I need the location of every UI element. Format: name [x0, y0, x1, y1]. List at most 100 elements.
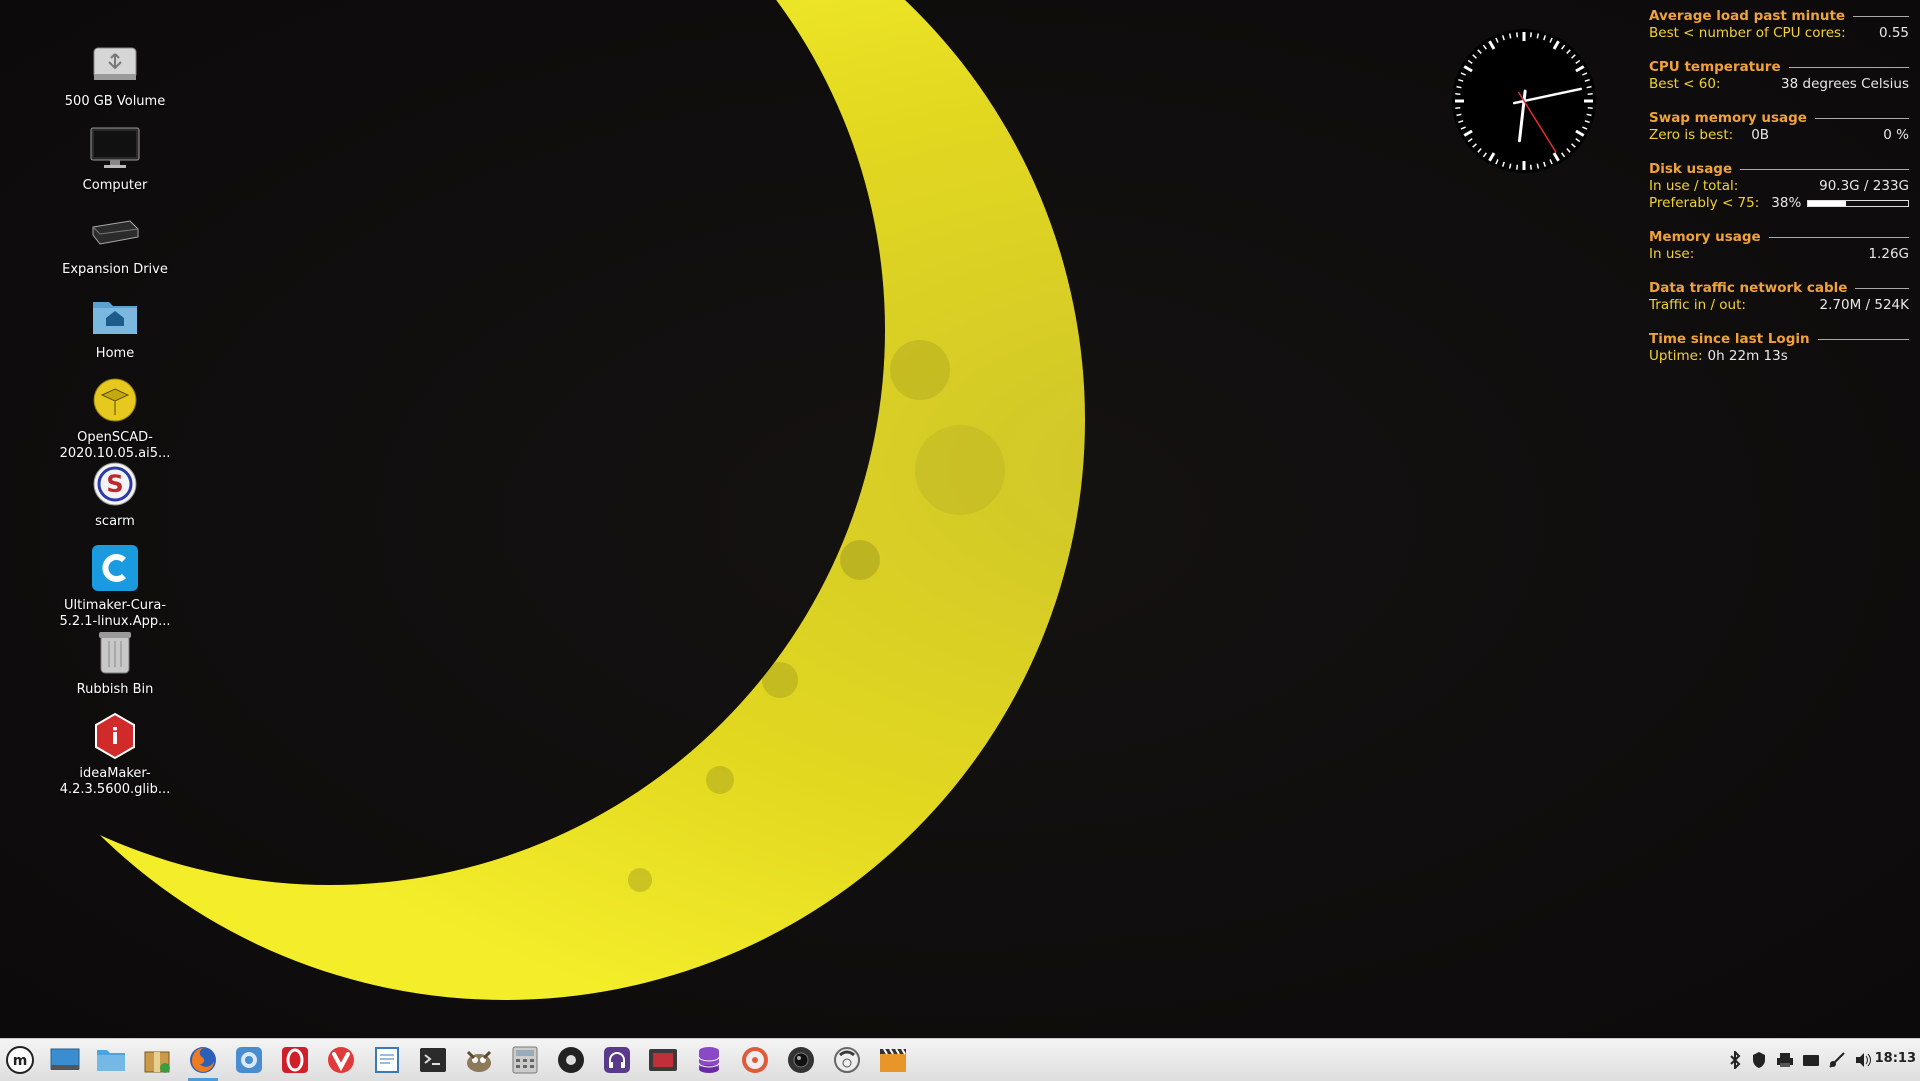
svg-text:S: S [106, 470, 123, 498]
shield-icon [1753, 1052, 1765, 1068]
camera-icon [788, 1047, 814, 1073]
swap-percent: 0 % [1883, 127, 1909, 143]
uptime-label: Uptime: [1649, 348, 1703, 364]
keyboard-tray[interactable] [1800, 1049, 1822, 1071]
menu-icon: m [6, 1046, 34, 1074]
phone-button[interactable] [830, 1043, 864, 1077]
desktop-icon-label: scarm [95, 514, 135, 529]
package-icon [144, 1051, 170, 1073]
section-title: Memory usage [1649, 229, 1761, 245]
memory-label: In use: [1649, 246, 1695, 262]
printer-tray[interactable] [1774, 1049, 1796, 1071]
section-title: CPU temperature [1649, 59, 1781, 75]
audio-player-button[interactable] [554, 1043, 588, 1077]
clock-tick [1536, 33, 1540, 39]
section-title: Time since last Login [1649, 331, 1810, 347]
camera-button[interactable] [784, 1043, 818, 1077]
clock-tick [1455, 106, 1461, 109]
section-title: Average load past minute [1649, 8, 1846, 24]
calculator-button[interactable] [508, 1043, 542, 1077]
terminal-button[interactable] [416, 1043, 450, 1077]
clock-tick [1508, 33, 1512, 39]
uptime-value: 0h 22m 13s [1707, 348, 1788, 364]
network-label: Traffic in / out: [1649, 297, 1746, 313]
headphones-icon [604, 1047, 630, 1073]
text-editor-icon [375, 1047, 399, 1073]
disk-value: 90.3G / 233G [1819, 178, 1909, 194]
disk-section: Disk usage In use / total: 90.3G / 233G P… [1649, 161, 1909, 212]
desktop-icon-label: Computer [82, 178, 148, 193]
package-button[interactable] [140, 1043, 174, 1077]
headphones-button[interactable] [600, 1043, 634, 1077]
calculator-icon [512, 1046, 538, 1074]
desktop-icon-ideamaker[interactable]: i ideaMaker- 4.2.3.5600.glib... [40, 710, 190, 798]
screenshot-button[interactable] [646, 1043, 680, 1077]
shield-tray[interactable] [1748, 1049, 1770, 1071]
openscad-icon [89, 374, 141, 426]
firefox-icon [190, 1047, 216, 1073]
opera-button[interactable] [278, 1043, 312, 1077]
clock-tick [1586, 85, 1592, 89]
desktop-icon-label: ideaMaker- 4.2.3.5600.glib... [59, 766, 171, 797]
firefox-button[interactable] [186, 1043, 220, 1081]
system-monitor: Average load past minute Best < number o… [1649, 8, 1909, 382]
network-section: Data traffic network cable Traffic in / … [1649, 280, 1909, 314]
gimp-button[interactable] [462, 1043, 496, 1077]
moon-image [0, 0, 1920, 1038]
keyboard-icon [1803, 1055, 1819, 1066]
chromium-icon [236, 1047, 262, 1073]
svg-text:m: m [13, 1053, 28, 1069]
show-desktop-button[interactable] [48, 1043, 82, 1077]
scarm-icon: S [89, 458, 141, 510]
swap-label: Zero is best: [1649, 127, 1734, 143]
ideamaker-icon: i [89, 710, 141, 762]
desktop-icon-rubbish-bin[interactable]: Rubbish Bin [40, 626, 190, 698]
clock-tick [1508, 163, 1512, 169]
volume-icon [1856, 1053, 1871, 1067]
swap-amount: 0B [1751, 127, 1770, 143]
desktop-icon-computer[interactable]: Computer [40, 122, 190, 194]
cura-icon [89, 542, 141, 594]
network-value: 2.70M / 524K [1819, 297, 1909, 313]
desktop-icon-500gb-volume[interactable]: 500 GB Volume [40, 38, 190, 110]
section-title: Disk usage [1649, 161, 1733, 177]
clock-tick [1456, 85, 1462, 89]
screenshot-icon [649, 1049, 677, 1071]
bluetooth-tray[interactable] [1724, 1049, 1746, 1071]
analog-clock [1452, 29, 1596, 173]
desktop-icon-openscad[interactable]: OpenSCAD- 2020.10.05.ai5... [40, 374, 190, 462]
vivaldi-button[interactable] [324, 1043, 358, 1077]
desktop-icon-scarm[interactable]: S scarm [40, 458, 190, 530]
volume-tray[interactable] [1852, 1049, 1874, 1071]
disk-burner-button[interactable] [738, 1043, 772, 1077]
section-title: Swap memory usage [1649, 110, 1807, 126]
desktop-icon-cura[interactable]: Ultimaker-Cura- 5.2.1-linux.App... [40, 542, 190, 630]
load-value: 0.55 [1878, 25, 1909, 41]
network-tray[interactable] [1826, 1049, 1848, 1071]
clock-tick [1456, 113, 1462, 117]
desktop-icon-label: Expansion Drive [62, 262, 168, 277]
gimp-icon [466, 1050, 492, 1072]
svg-text:i: i [111, 725, 119, 750]
cpu-section: CPU temperature Best < 60: 38 degrees Cel… [1649, 59, 1909, 93]
menu-button[interactable]: m [3, 1043, 37, 1077]
clock-time[interactable]: 18:13 [1875, 1051, 1916, 1066]
database-button[interactable] [692, 1043, 726, 1077]
video-editor-button[interactable] [876, 1043, 910, 1077]
text-editor-button[interactable] [370, 1043, 404, 1077]
memory-section: Memory usage In use: 1.26G [1649, 229, 1909, 263]
desktop-wallpaper [0, 0, 1920, 1038]
files-button[interactable] [94, 1043, 128, 1077]
clock-tick [1536, 163, 1540, 169]
memory-value: 1.26G [1868, 246, 1909, 262]
disk-usage-bar [1807, 200, 1909, 207]
disk-usage-fill [1808, 201, 1846, 206]
load-label: Best < number of CPU cores: [1649, 25, 1846, 41]
files-icon [97, 1050, 125, 1071]
desktop-icon-expansion-drive[interactable]: Expansion Drive [40, 206, 190, 278]
clock-tick [1529, 164, 1532, 170]
load-section: Average load past minute Best < number o… [1649, 8, 1909, 42]
terminal-icon [420, 1048, 446, 1072]
desktop-icon-home[interactable]: Home [40, 290, 190, 362]
chromium-button[interactable] [232, 1043, 266, 1077]
